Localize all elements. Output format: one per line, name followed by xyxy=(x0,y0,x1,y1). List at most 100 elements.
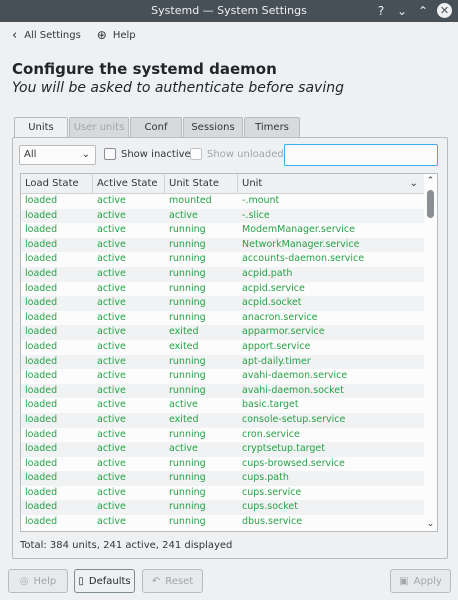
lifebuoy-icon: ⊕ xyxy=(96,28,107,42)
unit-state-cell: running xyxy=(169,238,206,250)
load-state-cell: loaded xyxy=(25,384,58,396)
active-state-cell: active xyxy=(97,224,126,236)
table-row[interactable]: loaded active active basic.target xyxy=(21,398,425,413)
table-row[interactable]: loaded active exited console-setup.service xyxy=(21,412,425,428)
unit-name-cell: apt-daily.timer xyxy=(242,355,311,367)
table-body: loaded active mounted -.mount loaded active ac… xyxy=(21,194,425,530)
units-table: Load State Active State Unit State Unit … xyxy=(20,173,438,532)
help-icon: ◎ xyxy=(19,575,29,587)
load-state-cell: loaded xyxy=(25,501,58,513)
unit-state-cell: active xyxy=(169,443,198,455)
load-state-cell: loaded xyxy=(25,224,58,236)
active-state-cell: active xyxy=(97,195,126,206)
table-header: Load State Active State Unit State Unit … xyxy=(21,174,425,194)
table-row[interactable]: loaded active running dbus.service xyxy=(21,515,425,530)
column-unit-label: Unit xyxy=(242,178,263,189)
load-state-cell: loaded xyxy=(25,486,58,498)
unit-state-cell: running xyxy=(169,282,206,294)
unit-name-cell: cryptsetup.target xyxy=(242,443,325,455)
unit-name-cell: cups-browsed.service xyxy=(242,457,345,469)
minimize-button[interactable]: ⌄ xyxy=(393,2,411,20)
checkbox-box xyxy=(104,148,116,160)
page-subtitle: You will be asked to authenticate before… xyxy=(12,80,344,96)
page-title: Configure the systemd daemon xyxy=(12,60,277,78)
table-row[interactable]: loaded active running apt-daily.timer xyxy=(21,354,425,370)
vertical-scrollbar[interactable]: ⌃ ⌄ xyxy=(424,174,437,531)
help-button: ◎ Help xyxy=(8,569,68,593)
table-row[interactable]: loaded active running cups.socket xyxy=(21,500,425,516)
active-state-cell: active xyxy=(97,501,126,513)
table-row[interactable]: loaded active running accounts-daemon.servi… xyxy=(21,252,425,267)
unit-state-cell: running xyxy=(169,370,206,382)
checkbox-box xyxy=(190,148,202,160)
column-unit[interactable]: Unit ⌄ xyxy=(238,174,425,194)
load-state-cell: loaded xyxy=(25,340,58,352)
tab-user-units: User units xyxy=(69,117,129,138)
tab-sessions[interactable]: Sessions xyxy=(183,117,243,138)
table-row[interactable]: loaded active running cups-browsed.service xyxy=(21,457,425,472)
help-nav-button[interactable]: ⊕ Help xyxy=(97,28,136,42)
unit-name-cell: avahi-daemon.socket xyxy=(242,384,344,396)
active-state-cell: active xyxy=(97,355,126,367)
scrollbar-thumb[interactable] xyxy=(427,190,434,218)
tab-timers[interactable]: Timers xyxy=(244,117,300,138)
all-settings-button[interactable]: ‹ All Settings xyxy=(12,28,81,43)
defaults-button-label: Defaults xyxy=(88,575,131,587)
load-state-cell: loaded xyxy=(25,443,58,455)
table-row[interactable]: loaded active running cron.service xyxy=(21,428,425,443)
apply-button: ▣ Apply xyxy=(390,569,451,593)
column-unit-state[interactable]: Unit State xyxy=(165,174,238,194)
active-state-cell: active xyxy=(97,399,126,411)
unit-name-cell: apparmor.service xyxy=(242,326,325,338)
unit-state-cell: running xyxy=(169,297,206,309)
load-state-cell: loaded xyxy=(25,195,58,206)
tab-conf[interactable]: Conf xyxy=(130,117,182,138)
defaults-button[interactable]: ▯ Defaults xyxy=(74,569,135,593)
table-row[interactable]: loaded active mounted -.mount xyxy=(21,194,425,209)
undo-icon: ↶ xyxy=(151,575,161,587)
tab-units[interactable]: Units xyxy=(14,117,68,139)
active-state-cell: active xyxy=(97,370,126,382)
unit-type-select[interactable]: All ⌄ xyxy=(19,145,96,165)
unit-state-cell: running xyxy=(169,384,206,396)
column-load-state[interactable]: Load State xyxy=(21,174,93,194)
chevron-down-icon: ⌄ xyxy=(81,149,90,160)
unit-state-cell: running xyxy=(169,224,206,236)
table-row[interactable]: loaded active exited apport.service xyxy=(21,340,425,355)
table-row[interactable]: loaded active running anacron.service xyxy=(21,311,425,326)
scroll-down-icon[interactable]: ⌄ xyxy=(424,519,437,529)
search-input[interactable] xyxy=(284,144,438,166)
table-row[interactable]: loaded active running ModemManager.service xyxy=(21,223,425,238)
active-state-cell: active xyxy=(97,516,126,528)
show-unloaded-checkbox: Show unloaded xyxy=(190,148,284,160)
maximize-button[interactable]: ⌃ xyxy=(414,2,432,20)
table-row[interactable]: loaded active running NetworkManager.servic… xyxy=(21,237,425,253)
unit-state-cell: running xyxy=(169,311,206,323)
table-row[interactable]: loaded active running acpid.path xyxy=(21,266,425,282)
close-button[interactable]: ✕ xyxy=(437,3,452,18)
active-state-cell: active xyxy=(97,297,126,309)
table-row[interactable]: loaded active running cups.path xyxy=(21,471,425,486)
show-unloaded-label: Show unloaded xyxy=(207,148,284,160)
help-window-button[interactable]: ? xyxy=(372,2,390,20)
active-state-cell: active xyxy=(97,267,126,279)
active-state-cell: active xyxy=(97,486,126,498)
table-row[interactable]: loaded active running avahi-daemon.service xyxy=(21,369,425,384)
table-row[interactable]: loaded active running acpid.socket xyxy=(21,296,425,311)
table-row[interactable]: loaded active active cryptsetup.target xyxy=(21,442,425,457)
table-row[interactable]: loaded active running cups.service xyxy=(21,486,425,501)
load-state-cell: loaded xyxy=(25,297,58,309)
load-state-cell: loaded xyxy=(25,209,58,221)
table-row[interactable]: loaded active active -.slice xyxy=(21,208,425,224)
unit-state-cell: running xyxy=(169,501,206,513)
column-active-state[interactable]: Active State xyxy=(93,174,165,194)
unit-name-cell: dbus.service xyxy=(242,516,303,528)
load-state-cell: loaded xyxy=(25,399,58,411)
show-inactive-checkbox[interactable]: Show inactive xyxy=(104,148,191,160)
all-settings-label: All Settings xyxy=(24,29,81,41)
scroll-up-icon[interactable]: ⌃ xyxy=(424,176,437,186)
table-row[interactable]: loaded active exited apparmor.service xyxy=(21,325,425,340)
active-state-cell: active xyxy=(97,340,126,352)
table-row[interactable]: loaded active running avahi-daemon.socket xyxy=(21,383,425,399)
table-row[interactable]: loaded active running acpid.service xyxy=(21,282,425,297)
